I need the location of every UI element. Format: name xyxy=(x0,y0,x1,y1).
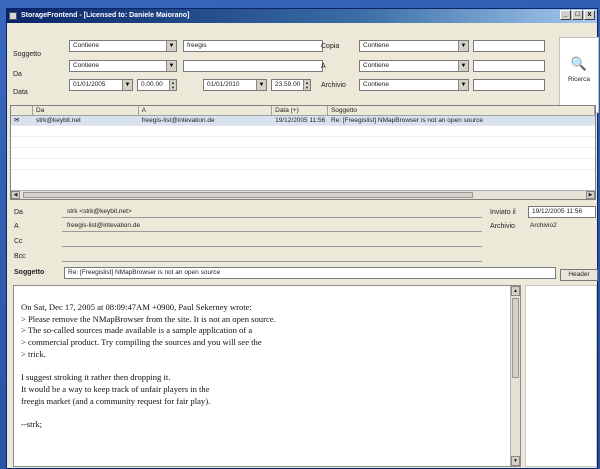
scroll-thumb[interactable] xyxy=(512,298,519,378)
chevron-down-icon: ▼ xyxy=(458,80,468,90)
time-from-value: 0.00.00 xyxy=(141,81,163,88)
header-bcc-label: Bcc xyxy=(14,253,26,260)
date-from-picker[interactable]: 01/01/2005 ▼ xyxy=(69,79,133,91)
time-to-input[interactable]: 23.59.00 ▲ ▼ xyxy=(271,79,311,91)
spinner-icon[interactable]: ▲ ▼ xyxy=(303,80,310,90)
column-subject[interactable]: Soggetto xyxy=(328,106,595,115)
row-from: strk@keybit.net xyxy=(35,117,81,124)
header-archive-label: Archivio xyxy=(490,223,515,230)
archive-operator-select[interactable]: Contiene ▼ xyxy=(359,79,469,91)
divider xyxy=(62,246,482,247)
horizontal-scrollbar[interactable]: ◀ ▶ xyxy=(11,190,595,199)
from-search-input[interactable] xyxy=(183,60,323,72)
chevron-down-icon: ▼ xyxy=(256,80,266,90)
header-to-label: A xyxy=(14,223,19,230)
chevron-down-icon: ▼ xyxy=(122,80,132,90)
to-operator-value: Contiene xyxy=(363,62,390,69)
header-button[interactable]: Header xyxy=(560,269,598,281)
chevron-down-icon: ▼ xyxy=(458,41,468,51)
search-panel: Soggetto Contiene ▼ freegis Da Contiene … xyxy=(7,23,599,113)
scroll-right-icon[interactable]: ▶ xyxy=(586,191,595,199)
header-subject-value: Re: [Freegislist] NMapBrowser is not an … xyxy=(64,267,556,279)
empty-row xyxy=(11,137,595,148)
time-to-value: 23.59.00 xyxy=(275,81,301,88)
message-body[interactable]: On Sat, Dec 17, 2005 at 08:09:47AM +0900… xyxy=(13,285,521,467)
column-icon[interactable] xyxy=(11,106,33,115)
chevron-down-icon: ▼ xyxy=(458,61,468,71)
message-list-header: Da A Data (+) Soggetto xyxy=(11,106,595,116)
search-button[interactable]: 🔍 Ricerca xyxy=(559,37,599,113)
app-window: StorageFrontend - [Licensed to: Daniele … xyxy=(6,8,599,469)
attachments-pane xyxy=(525,285,597,467)
subject-search-input[interactable]: freegis xyxy=(183,40,323,52)
search-icon: 🔍 xyxy=(570,56,588,71)
cc-search-input[interactable] xyxy=(473,40,545,52)
archive-search-input[interactable] xyxy=(473,79,545,91)
column-to[interactable]: A xyxy=(139,106,273,115)
date-to-picker[interactable]: 01/01/2010 ▼ xyxy=(203,79,267,91)
to-label: A xyxy=(321,63,326,70)
sent-value: 19/12/2005 11:56 xyxy=(528,206,596,218)
row-subject: Re: [Freegislist] NMapBrowser is not an … xyxy=(330,117,484,124)
from-operator-select[interactable]: Contiene ▼ xyxy=(69,60,177,72)
empty-row xyxy=(11,159,595,170)
row-date: 19/12/2005 11:56 xyxy=(275,117,326,124)
empty-row xyxy=(11,126,595,137)
message-body-text: On Sat, Dec 17, 2005 at 08:09:47AM +0900… xyxy=(21,302,276,430)
to-operator-select[interactable]: Contiene ▼ xyxy=(359,60,469,72)
empty-row xyxy=(11,148,595,159)
archive-label: Archivio xyxy=(321,82,346,89)
message-list[interactable]: Da A Data (+) Soggetto ✉ strk@keybit.net… xyxy=(10,105,596,200)
cc-operator-select[interactable]: Contiene ▼ xyxy=(359,40,469,52)
scroll-left-icon[interactable]: ◀ xyxy=(11,191,20,199)
title-bar[interactable]: StorageFrontend - [Licensed to: Daniele … xyxy=(7,9,597,23)
subject-label: Soggetto xyxy=(13,51,42,58)
from-label: Da xyxy=(13,71,22,78)
window-title: StorageFrontend - [Licensed to: Daniele … xyxy=(21,12,190,19)
header-from-label: Da xyxy=(14,209,23,216)
minimize-button[interactable]: _ xyxy=(560,10,571,20)
spinner-icon[interactable]: ▲ ▼ xyxy=(169,80,176,90)
divider xyxy=(62,261,482,262)
archive-operator-value: Contiene xyxy=(363,81,390,88)
cc-label: Copia xyxy=(321,43,340,50)
to-search-input[interactable] xyxy=(473,60,545,72)
scroll-down-icon[interactable]: ▼ xyxy=(511,456,520,466)
mail-icon: ✉ xyxy=(14,117,20,124)
subject-operator-select[interactable]: Contiene ▼ xyxy=(69,40,177,52)
subject-operator-value: Contiene xyxy=(73,42,100,49)
sent-label: Inviato il xyxy=(490,209,516,216)
divider xyxy=(62,231,482,232)
header-to-value: freegis-list@intevation.de xyxy=(67,222,141,229)
vertical-scrollbar[interactable]: ▲ ▼ xyxy=(510,286,520,466)
chevron-down-icon: ▼ xyxy=(166,61,176,71)
from-operator-value: Contiene xyxy=(73,62,100,69)
date-from-value: 01/01/2005 xyxy=(73,81,106,88)
time-from-input[interactable]: 0.00.00 ▲ ▼ xyxy=(137,79,177,91)
date-to-value: 01/01/2010 xyxy=(207,81,240,88)
cc-operator-value: Contiene xyxy=(363,42,390,49)
message-header: Da strk <strk@keybit.net> A freegis-list… xyxy=(10,203,598,283)
column-from[interactable]: Da xyxy=(33,106,139,115)
column-date[interactable]: Data (+) xyxy=(272,106,328,115)
header-archive-value: Archivio2 xyxy=(530,222,557,229)
date-label: Data xyxy=(13,89,28,96)
header-from-value: strk <strk@keybit.net> xyxy=(67,208,132,215)
divider xyxy=(62,217,482,218)
close-button[interactable]: x xyxy=(584,10,595,20)
maximize-button[interactable]: □ xyxy=(572,10,583,20)
search-button-label: Ricerca xyxy=(567,76,591,83)
table-row[interactable]: ✉ strk@keybit.net freegis-list@intevatio… xyxy=(11,116,595,126)
scroll-up-icon[interactable]: ▲ xyxy=(511,286,520,296)
header-cc-label: Cc xyxy=(14,238,23,245)
row-to: freegis-list@intevation.de xyxy=(141,117,215,124)
app-icon xyxy=(9,12,17,20)
chevron-down-icon: ▼ xyxy=(166,41,176,51)
scroll-thumb[interactable] xyxy=(23,192,473,198)
header-subject-label: Soggetto xyxy=(14,269,45,276)
